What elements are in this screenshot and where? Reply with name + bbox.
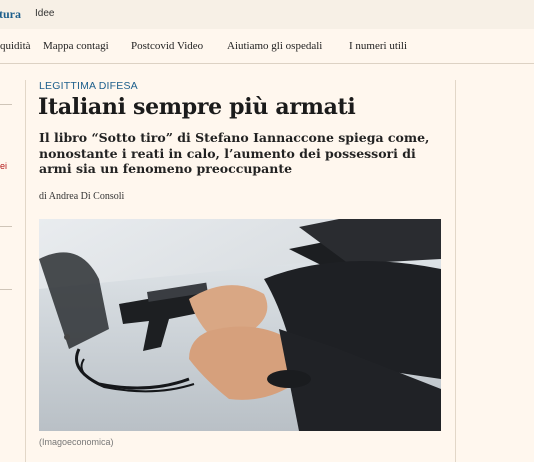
nav-item-postcovid-video[interactable]: Postcovid Video [131, 40, 203, 52]
topic-nav: quidità Mappa contagi Postcovid Video Ai… [0, 29, 534, 64]
nav-item-numeri-utili[interactable]: I numeri utili [349, 40, 407, 52]
article-title[interactable]: Italiani sempre più armati [38, 94, 356, 120]
sidebar-divider [0, 104, 12, 105]
sidebar-divider [0, 289, 12, 290]
column-divider-right [455, 80, 456, 462]
column-divider-left [25, 80, 26, 462]
article-kicker[interactable]: LEGITTIMA DIFESA [39, 80, 138, 92]
section-link-idee[interactable]: Idee [35, 8, 54, 19]
sidebar-divider [0, 226, 12, 227]
nav-item-liquidita[interactable]: quidità [0, 40, 31, 52]
sidebar-text-fragment[interactable]: ei [0, 161, 7, 171]
top-bar: tura Idee [0, 0, 534, 29]
photo-illustration [39, 219, 441, 431]
article-summary: Il libro “Sotto tiro” di Stefano Iannacc… [39, 130, 430, 176]
photo-caption: (Imagoeconomica) [39, 437, 114, 447]
nav-item-aiutiamo-ospedali[interactable]: Aiutiamo gli ospedali [227, 40, 322, 52]
article-photo[interactable] [39, 219, 441, 431]
nav-item-mappa-contagi[interactable]: Mappa contagi [43, 40, 109, 52]
article-byline[interactable]: di Andrea Di Consoli [39, 191, 124, 202]
site-brand-fragment[interactable]: tura [0, 7, 21, 22]
